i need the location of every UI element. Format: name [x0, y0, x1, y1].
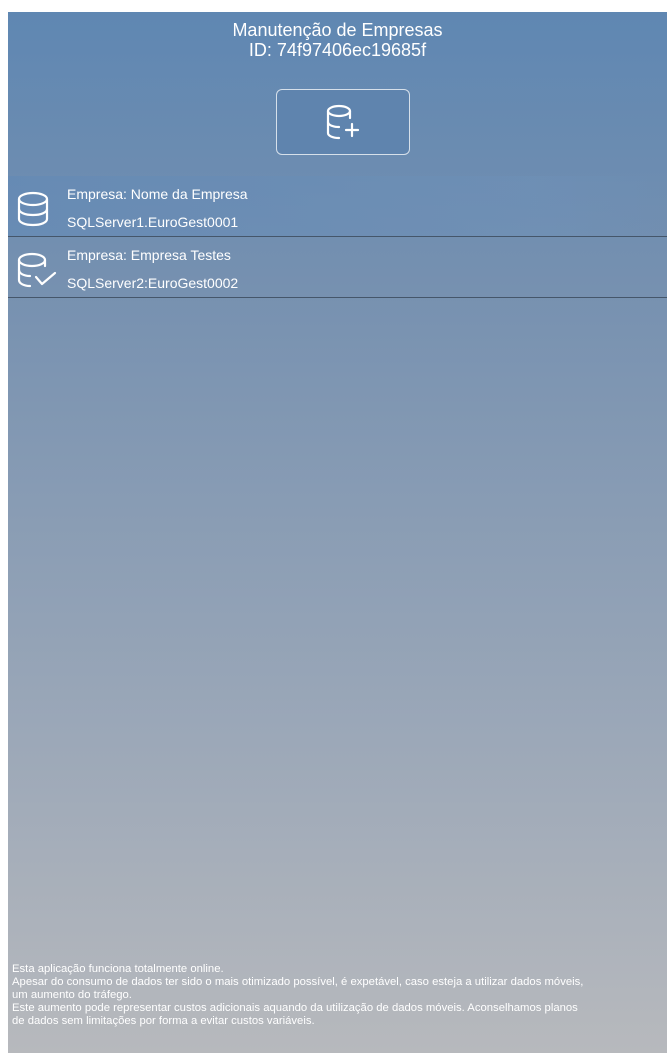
database-check-icon — [17, 252, 57, 288]
database-icon — [17, 191, 49, 227]
company-row[interactable]: Empresa: Nome da Empresa SQLServer1.Euro… — [8, 176, 667, 237]
company-row[interactable]: Empresa: Empresa Testes SQLServer2:EuroG… — [8, 237, 667, 298]
page-header: Manutenção de Empresas ID: 74f97406ec196… — [8, 20, 667, 60]
footer-line: Apesar do consumo de dados ter sido o ma… — [12, 976, 584, 988]
footer-line: Este aumento pode representar custos adi… — [12, 1002, 578, 1014]
device-id: ID: 74f97406ec19685f — [248, 40, 427, 60]
company-name: Empresa: Nome da Empresa — [67, 186, 248, 202]
company-server: SQLServer2:EuroGest0002 — [67, 275, 239, 291]
footer-line: um aumento do tráfego. — [12, 989, 132, 1001]
company-list: Empresa: Nome da Empresa SQLServer1.Euro… — [8, 176, 667, 298]
database-add-icon — [326, 104, 360, 140]
app-screen: Manutenção de Empresas ID: 74f97406ec196… — [8, 12, 667, 1053]
company-server: SQLServer1.EuroGest0001 — [67, 214, 239, 230]
footer-line: Esta aplicação funciona totalmente onlin… — [12, 963, 224, 975]
company-name: Empresa: Empresa Testes — [67, 247, 231, 263]
footer-notice: Esta aplicação funciona totalmente onlin… — [12, 963, 667, 1028]
page-title: Manutenção de Empresas — [232, 20, 443, 40]
footer-line: de dados sem limitações por forma a evit… — [12, 1015, 315, 1027]
add-company-button[interactable] — [276, 89, 410, 155]
